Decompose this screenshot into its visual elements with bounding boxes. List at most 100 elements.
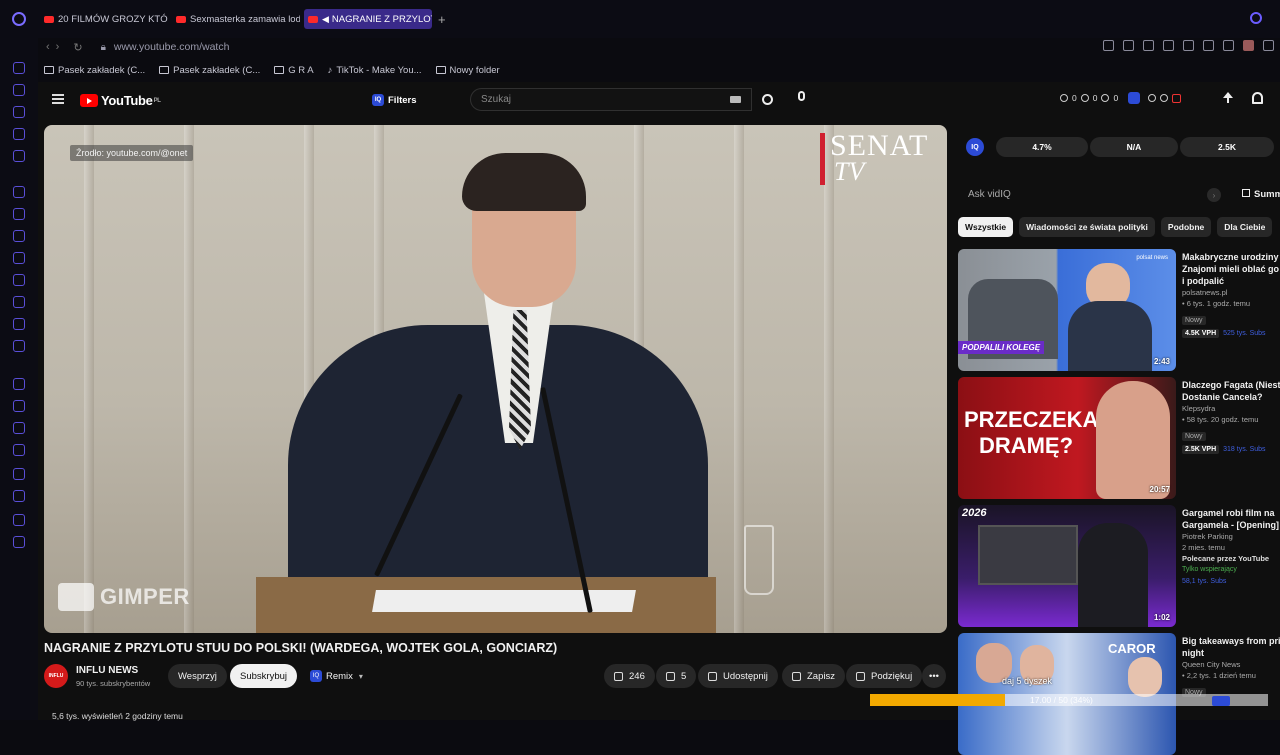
sidebar-percent-icon[interactable] [13,208,25,220]
bell-alert-icon[interactable] [1160,94,1169,102]
rec-meta: • 6 tys. 1 godz. temu [1182,299,1251,308]
rec-channel[interactable]: polsatnews.pl [1182,287,1280,298]
rec-meta: • 2,2 tys. 1 dzień temu [1182,671,1256,680]
upload-icon[interactable] [1222,92,1234,106]
tab-nagranie-active[interactable]: ◀ NAGRANIE Z PRZYLOTU [304,9,432,29]
support-button[interactable]: Wesprzyj [168,664,227,688]
keyboard-icon[interactable] [730,96,741,103]
url-field[interactable]: www.youtube.com/watch [114,41,230,53]
notifications-icon[interactable] [1252,92,1263,104]
reload-icon[interactable]: ↻ [73,41,82,54]
bookmark-folder-gra[interactable]: G R A [274,65,314,76]
thumbs-up-icon [614,671,623,681]
tab-sexmasterka[interactable]: Sexmasterka zamawia lody [172,9,300,29]
sidebar-circle-icon[interactable] [13,378,25,390]
rec-channel[interactable]: Klepsydra [1182,403,1280,414]
channel-avatar[interactable]: INFLU [44,664,68,688]
sidebar-messenger-icon[interactable] [13,62,25,74]
vidiq-icon[interactable] [1128,92,1141,104]
subscribe-button[interactable]: Subskrybuj [230,664,297,688]
opera-logo-icon[interactable] [0,0,38,38]
sidebar-send-icon[interactable] [13,400,25,412]
vidiq-mini-icon[interactable] [1212,696,1230,706]
extensions-icon[interactable] [1223,40,1234,51]
sidebar-x-icon[interactable] [13,296,25,308]
recommendation-thumbnail[interactable]: polsat news PODPALILI KOLEGĘ 2:43 [958,249,1176,371]
recommendation-item[interactable]: PRZECZEKA DRAMĘ? 20:57 Dlaczego Fagata (… [958,377,1280,499]
sidebar-bookmarks-icon[interactable] [13,128,25,140]
list-icon[interactable] [1148,94,1157,102]
bookmark-tiktok[interactable]: ♪ TikTok - Make You... [328,65,422,76]
vidiq-logo-icon[interactable]: IQ [966,138,984,156]
recommendation-thumbnail[interactable]: 2026 1:02 [958,505,1176,627]
youtube-logo[interactable]: YouTube PL [80,93,161,108]
thanks-button[interactable]: Podziękuj [846,664,923,688]
youtube-favicon-icon [44,15,54,23]
bookmark-folder-2[interactable]: Pasek zakładek (C... [159,65,260,76]
snapshot-icon[interactable] [1143,40,1154,51]
new-tab-button[interactable]: + [438,12,446,27]
sidebar-telegram-icon[interactable] [13,318,25,330]
lock-icon[interactable]: 🔒︎ [101,42,106,53]
search-input[interactable]: Szukaj [470,88,752,111]
pin-icon[interactable] [1123,40,1134,51]
play-icon[interactable] [1183,40,1194,51]
sidebar-chat-icon[interactable] [13,230,25,242]
recommendation-item[interactable]: 2026 1:02 Gargamel robi film na Gargamel… [958,505,1280,627]
thumb-monitor [978,525,1078,585]
sidebar-list-icon[interactable] [13,444,25,456]
heart-icon[interactable] [1203,40,1214,51]
bookmark-folder-1[interactable]: Pasek zakładek (C... [44,65,145,76]
download-icon[interactable] [1263,40,1274,51]
sidebar-player-icon[interactable] [13,150,25,162]
sidebar-twitch-icon[interactable] [13,186,25,198]
sidebar-heart-icon[interactable] [13,422,25,434]
sidebar-history-icon[interactable] [13,84,25,96]
rec-channel[interactable]: Piotrek Parking [1182,531,1280,542]
sidebar-instagram-icon[interactable] [13,274,25,286]
sidebar-ai-icon[interactable] [13,106,25,118]
sidebar-badge-icon[interactable] [13,340,25,352]
dislike-button[interactable]: 5 [656,664,697,688]
sidebar-discord-icon[interactable] [13,252,25,264]
senat-logo-bar [820,133,825,185]
shield-icon[interactable] [1163,40,1174,51]
channel-subscribers: 90 tys. subskrybentów [76,679,151,688]
sidebar-download-icon[interactable] [13,490,25,502]
chip-all[interactable]: Wszystkie [958,217,1014,237]
zoom-icon[interactable] [1103,40,1114,51]
sidebar-settings-icon[interactable] [13,536,25,548]
profile-avatar-icon[interactable] [1243,40,1254,51]
search-button[interactable] [754,88,780,111]
save-button[interactable]: Zapisz [782,664,845,688]
view-icon [1101,94,1110,102]
bookmark-new-folder[interactable]: Nowy folder [435,65,500,76]
ask-vidiq-input[interactable]: Ask vidIQ [958,182,1240,208]
chevron-right-icon[interactable]: › [1207,188,1221,202]
chip-politics-news[interactable]: Wiadomości ze świata polityki [1019,217,1155,237]
chip-for-you[interactable]: Dla Ciebie [1217,217,1273,237]
menu-icon[interactable] [52,94,64,104]
recommendation-thumbnail[interactable]: PRZECZEKA DRAMĘ? 20:57 [958,377,1176,499]
forward-icon[interactable]: › [56,41,60,53]
chip-similar[interactable]: Podobne [1160,217,1212,237]
remix-button[interactable]: IQ Remix ▾ [304,664,369,688]
sidebar-clock-icon[interactable] [13,468,25,480]
tab-search-icon[interactable] [1250,12,1262,24]
more-actions-button[interactable]: ••• [922,664,946,688]
back-icon[interactable]: ‹ [46,41,50,53]
like-button[interactable]: 246 [604,664,655,688]
share-button[interactable]: Udostępnij [698,664,778,688]
recommendation-item[interactable]: polsat news PODPALILI KOLEGĘ 2:43 Makabr… [958,249,1280,371]
video-player[interactable]: Źrodło: youtube.com/@onet SENAT TV GIMPE… [44,125,947,633]
channel-name[interactable]: INFLU NEWS [76,665,138,676]
red-alert-icon[interactable] [1172,93,1182,103]
recommendation-info: Gargamel robi film na Gargamela - [Openi… [1182,507,1280,585]
tab-horror-films[interactable]: 20 FILMÓW GROZY KTÓRE [40,9,168,29]
summary-button[interactable]: Summ [1242,189,1280,200]
sidebar-cube-icon[interactable] [13,514,25,526]
rec-new-badge: Nowy [1182,432,1206,441]
filters-button[interactable]: IQ Filters [372,91,417,109]
rec-channel[interactable]: Queen City News [1182,659,1280,670]
voice-search-button[interactable] [796,91,806,106]
